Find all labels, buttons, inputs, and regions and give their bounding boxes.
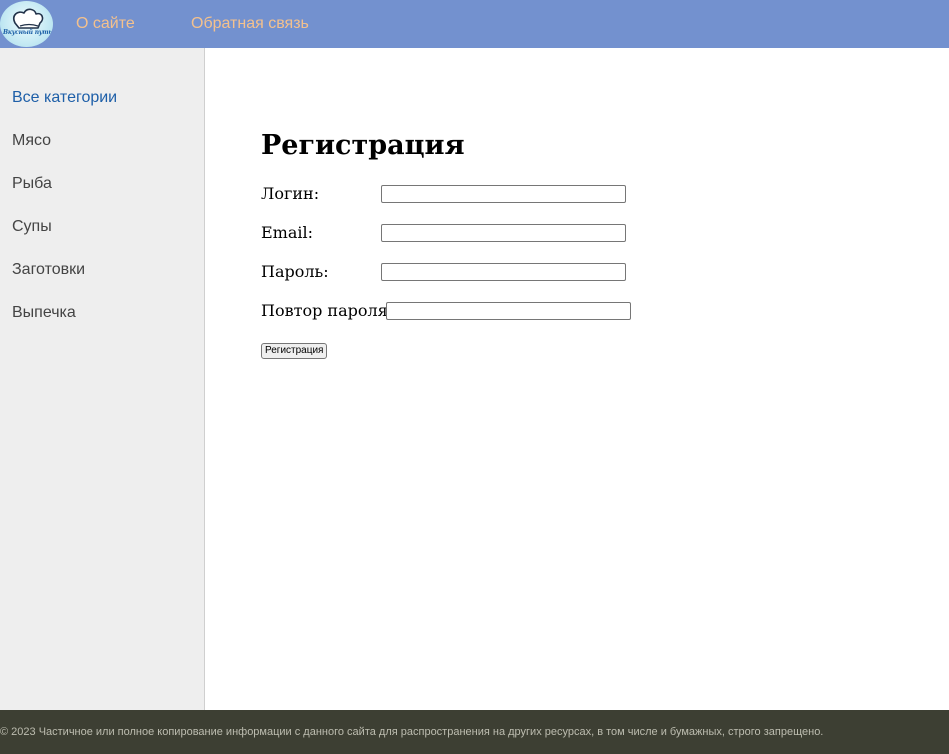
email-label: Email: [261,223,314,242]
sidebar-item-soups[interactable]: Супы [12,217,52,236]
nav-link-about[interactable]: О сайте [76,14,135,33]
password-label: Пароль: [261,262,329,281]
password-repeat-input[interactable] [386,302,631,320]
sidebar-item-meat[interactable]: Мясо [12,131,51,150]
logo-title: Вкусный путь [3,29,53,36]
site-logo[interactable]: Вкусный путь [0,1,53,47]
password-repeat-label: Повтор пароля: [261,301,394,320]
page-footer: © 2023 Частичное или полное копирование … [0,710,949,754]
chef-hat-icon [13,8,44,29]
page-title: Регистрация [261,130,465,161]
login-input[interactable] [381,185,626,203]
password-input[interactable] [381,263,626,281]
top-header: Вкусный путь О сайте Обратная связь [0,0,949,48]
login-label: Логин: [261,184,320,203]
category-sidebar: Все категории Мясо Рыба Супы Заготовки В… [0,48,205,710]
sidebar-item-fish[interactable]: Рыба [12,174,52,193]
email-input[interactable] [381,224,626,242]
copyright-text: © 2023 Частичное или полное копирование … [0,726,824,738]
sidebar-item-preserves[interactable]: Заготовки [12,260,85,279]
register-button[interactable]: Регистрация [261,343,328,359]
sidebar-item-baking[interactable]: Выпечка [12,303,76,322]
nav-link-feedback[interactable]: Обратная связь [191,14,309,33]
sidebar-item-all-categories[interactable]: Все категории [12,88,117,107]
